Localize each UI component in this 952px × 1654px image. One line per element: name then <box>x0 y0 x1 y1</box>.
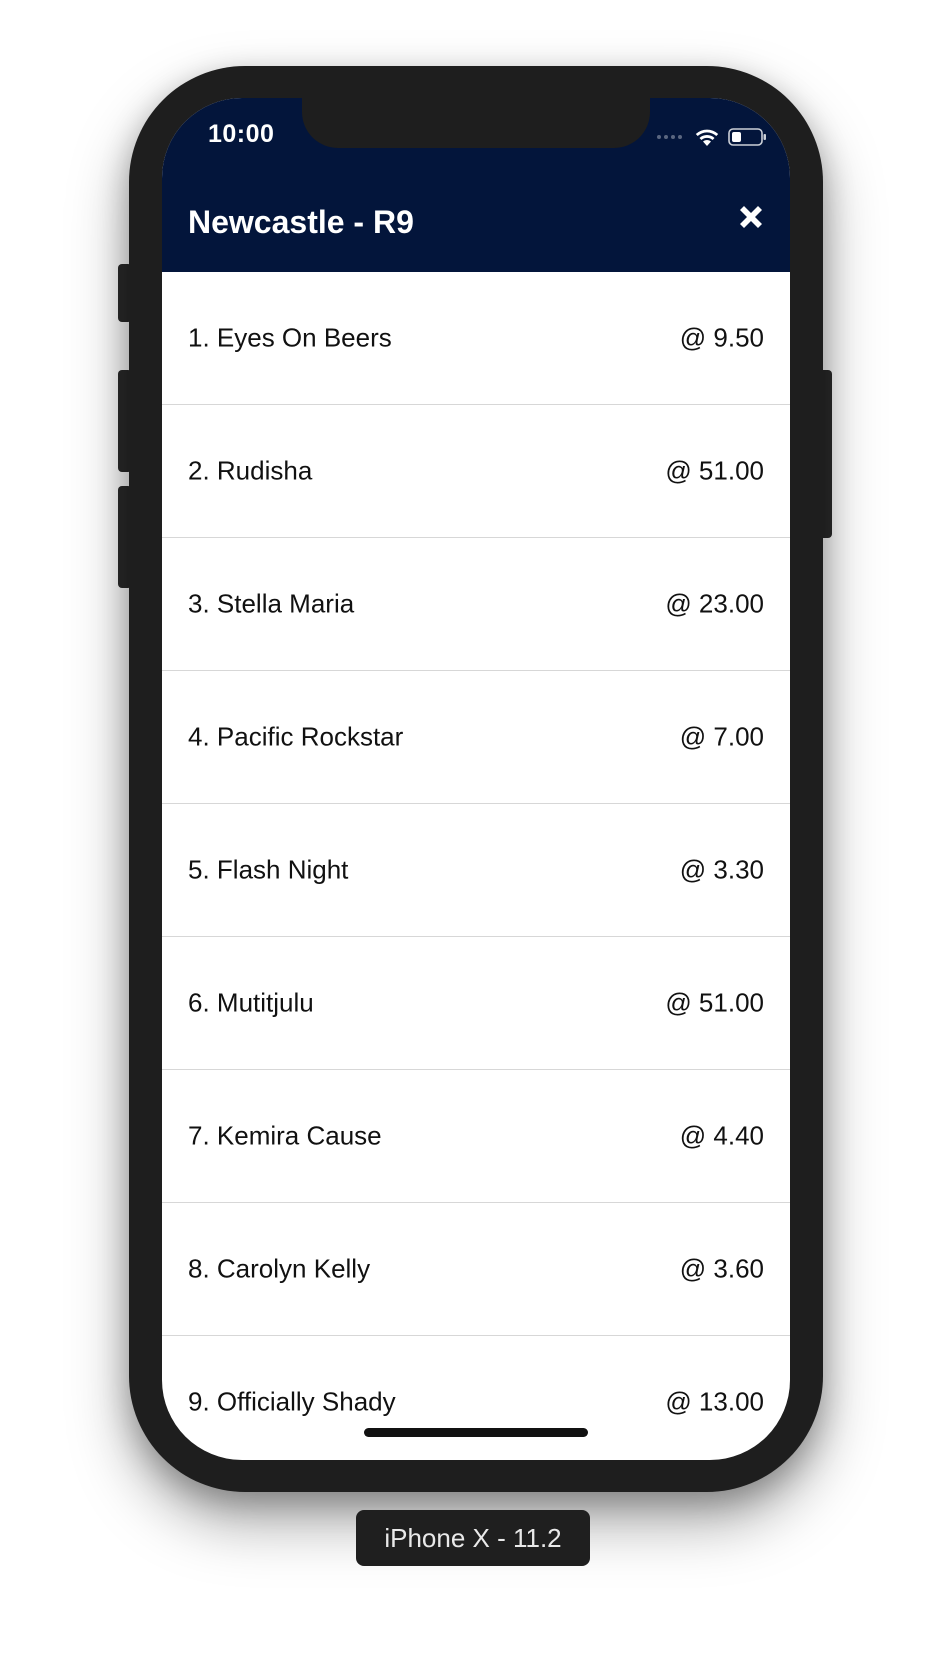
runner-list: 1. Eyes On Beers @ 9.50 2. Rudisha @ 51.… <box>162 272 790 1460</box>
app-header: 10:00 Newcastle - R9 <box>162 98 790 272</box>
app-screen: 10:00 Newcastle - R9 1. Eyes On Beers @ … <box>162 98 790 1460</box>
runner-row[interactable]: 7. Kemira Cause @ 4.40 <box>162 1070 790 1203</box>
runner-name: 9. Officially Shady <box>188 1386 396 1417</box>
runner-odds: @ 23.00 <box>665 588 764 619</box>
runner-name: 5. Flash Night <box>188 854 349 885</box>
device-label: iPhone X - 11.2 <box>356 1510 590 1566</box>
device-notch <box>302 98 650 148</box>
runner-name: 4. Pacific Rockstar <box>188 721 404 752</box>
runner-odds: @ 51.00 <box>665 987 764 1018</box>
status-time: 10:00 <box>208 120 275 148</box>
runner-name: 6. Mutitjulu <box>188 987 314 1018</box>
wifi-icon <box>695 129 719 146</box>
runner-odds: @ 4.40 <box>679 1120 764 1151</box>
runner-row[interactable]: 9. Officially Shady @ 13.00 <box>162 1336 790 1460</box>
runner-row[interactable]: 6. Mutitjulu @ 51.00 <box>162 937 790 1070</box>
simulator-window: 10:00 Newcastle - R9 1. Eyes On Beers @ … <box>0 0 952 1654</box>
runner-odds: @ 13.00 <box>665 1386 764 1417</box>
runner-odds: @ 3.30 <box>679 854 764 885</box>
runner-odds: @ 3.60 <box>679 1253 764 1284</box>
status-indicators <box>657 124 768 150</box>
runner-name: 8. Carolyn Kelly <box>188 1253 371 1284</box>
runner-odds: @ 51.00 <box>665 455 764 486</box>
runner-row[interactable]: 4. Pacific Rockstar @ 7.00 <box>162 671 790 804</box>
runner-row[interactable]: 8. Carolyn Kelly @ 3.60 <box>162 1203 790 1336</box>
runner-name: 2. Rudisha <box>188 455 313 486</box>
home-indicator[interactable] <box>364 1428 588 1437</box>
runner-row[interactable]: 3. Stella Maria @ 23.00 <box>162 538 790 671</box>
cellular-signal-icon <box>657 135 682 139</box>
runner-row[interactable]: 2. Rudisha @ 51.00 <box>162 405 790 538</box>
battery-icon <box>728 128 766 146</box>
page-title: Newcastle - R9 <box>188 204 414 240</box>
close-icon <box>740 206 762 228</box>
runner-name: 1. Eyes On Beers <box>188 322 392 353</box>
runner-name: 7. Kemira Cause <box>188 1120 382 1151</box>
runner-name: 3. Stella Maria <box>188 588 355 619</box>
runner-odds: @ 7.00 <box>679 721 764 752</box>
runner-row[interactable]: 1. Eyes On Beers @ 9.50 <box>162 272 790 405</box>
close-button[interactable] <box>736 202 766 232</box>
runner-row[interactable]: 5. Flash Night @ 3.30 <box>162 804 790 937</box>
runner-odds: @ 9.50 <box>679 322 764 353</box>
